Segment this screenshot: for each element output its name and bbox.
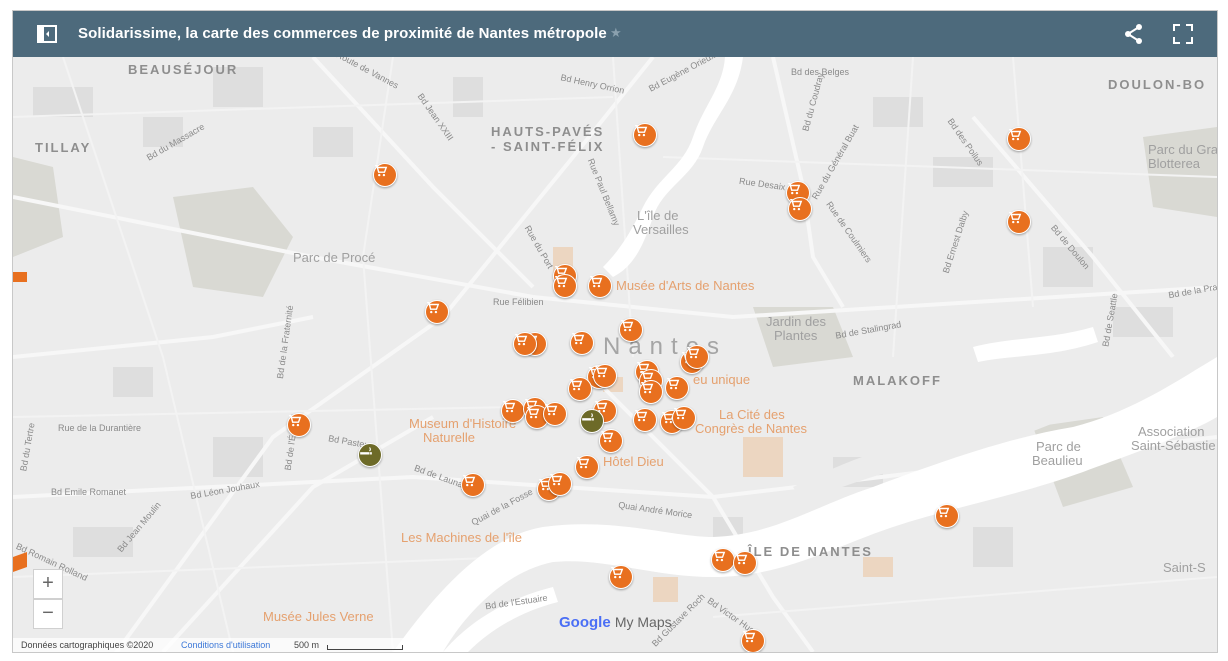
shopping-cart-icon: [611, 567, 624, 579]
shop-marker[interactable]: [287, 413, 311, 437]
scale-bar: [327, 645, 403, 650]
share-icon[interactable]: [1122, 22, 1146, 46]
shop-marker[interactable]: [633, 123, 657, 147]
shop-marker[interactable]: [733, 551, 757, 575]
cigarette-icon: [582, 413, 594, 421]
shopping-cart-icon: [667, 378, 680, 390]
shopping-cart-icon: [572, 333, 585, 345]
map-embed-frame: Solidarissime, la carte des commerces de…: [12, 10, 1218, 653]
shopping-cart-icon: [621, 320, 634, 332]
terms-link[interactable]: Conditions d'utilisation: [181, 640, 270, 650]
my-maps-text: My Maps: [614, 614, 672, 630]
zoom-out-button[interactable]: −: [33, 599, 63, 629]
shop-marker[interactable]: [788, 197, 812, 221]
shopping-cart-icon: [743, 631, 756, 643]
shop-marker[interactable]: [609, 565, 633, 589]
shop-marker[interactable]: [672, 406, 696, 430]
shop-marker[interactable]: [599, 429, 623, 453]
google-logo-text: Google: [559, 614, 611, 631]
shop-marker[interactable]: [711, 548, 735, 572]
map-data-attribution: Données cartographiques ©2020: [21, 640, 154, 650]
shopping-cart-icon: [289, 415, 302, 427]
shop-marker[interactable]: [568, 377, 592, 401]
shopping-cart-icon: [527, 407, 540, 419]
tobacco-shop-marker[interactable]: [580, 409, 604, 433]
shop-marker[interactable]: [639, 380, 663, 404]
shop-marker[interactable]: [935, 504, 959, 528]
shop-marker[interactable]: [548, 472, 572, 496]
shop-marker[interactable]: [570, 331, 594, 355]
map-background: [13, 57, 1217, 652]
shop-marker[interactable]: [633, 408, 657, 432]
shopping-cart-icon: [635, 125, 648, 137]
shopping-cart-icon: [555, 276, 568, 288]
side-panel-icon[interactable]: [35, 22, 59, 46]
shopping-cart-icon: [570, 379, 583, 391]
shop-marker[interactable]: [513, 332, 537, 356]
fullscreen-icon[interactable]: [1171, 22, 1195, 46]
map-canvas[interactable]: BEAUSÉJOUR TILLAY HAUTS-PAVÉS - SAINT-FÉ…: [13, 49, 1217, 652]
shop-marker[interactable]: [588, 274, 612, 298]
cigarette-icon: [360, 447, 372, 455]
shop-marker[interactable]: [685, 345, 709, 369]
shopping-cart-icon: [790, 199, 803, 211]
shop-marker[interactable]: [619, 318, 643, 342]
shopping-cart-icon: [375, 165, 388, 177]
shopping-cart-icon: [641, 382, 654, 394]
shop-marker[interactable]: [665, 376, 689, 400]
shopping-cart-icon: [515, 334, 528, 346]
shop-marker[interactable]: [461, 473, 485, 497]
shop-marker[interactable]: [543, 402, 567, 426]
shopping-cart-icon: [577, 457, 590, 469]
shopping-cart-icon: [550, 474, 563, 486]
zoom-in-button[interactable]: +: [33, 569, 63, 599]
map-header: Solidarissime, la carte des commerces de…: [13, 11, 1217, 57]
shopping-cart-icon: [635, 410, 648, 422]
shop-marker[interactable]: [575, 455, 599, 479]
shop-marker[interactable]: [501, 399, 525, 423]
shopping-cart-icon: [545, 404, 558, 416]
shopping-cart-icon: [1009, 212, 1022, 224]
google-my-maps-logo: Google My Maps: [559, 614, 672, 631]
shop-marker[interactable]: [593, 364, 617, 388]
map-title: Solidarissime, la carte des commerces de…: [78, 25, 607, 42]
shopping-cart-icon: [463, 475, 476, 487]
shopping-cart-icon: [713, 550, 726, 562]
shopping-cart-icon: [687, 347, 700, 359]
shopping-cart-icon: [427, 302, 440, 314]
star-icon[interactable]: ★: [610, 25, 622, 41]
shop-marker[interactable]: [1007, 210, 1031, 234]
shopping-cart-icon: [788, 183, 801, 195]
shop-marker[interactable]: [553, 274, 577, 298]
shopping-cart-icon: [937, 506, 950, 518]
shop-marker[interactable]: [1007, 127, 1031, 151]
shopping-cart-icon: [674, 408, 687, 420]
map-footer: Données cartographiques ©2020 Conditions…: [13, 638, 433, 652]
tobacco-shop-marker[interactable]: [358, 443, 382, 467]
shop-marker[interactable]: [373, 163, 397, 187]
shopping-cart-icon: [595, 366, 608, 378]
scale-label: 500 m: [294, 640, 320, 650]
shop-marker[interactable]: [741, 629, 765, 652]
shopping-cart-icon: [503, 401, 516, 413]
shop-marker[interactable]: [425, 300, 449, 324]
shopping-cart-icon: [1009, 129, 1022, 141]
shopping-cart-icon: [735, 553, 748, 565]
shopping-cart-icon: [590, 276, 603, 288]
shopping-cart-icon: [601, 431, 614, 443]
